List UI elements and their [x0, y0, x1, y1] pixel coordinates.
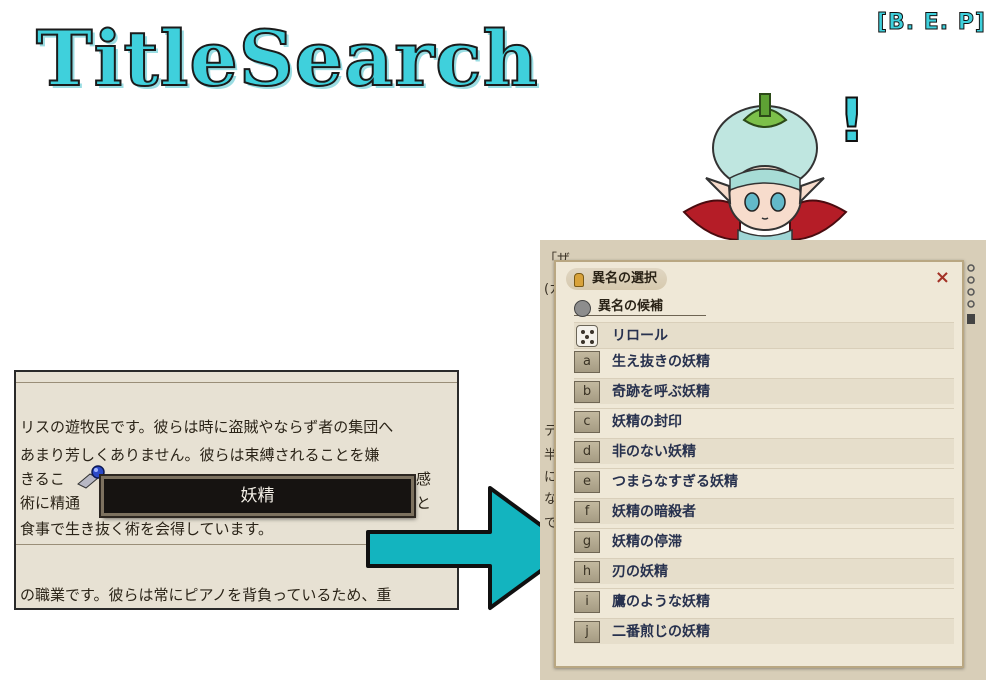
option-label: 妖精の暗殺者	[612, 504, 696, 520]
divider	[16, 382, 457, 383]
title-option-h[interactable]: h 刃の妖精	[574, 558, 954, 584]
bulb-icon	[574, 273, 584, 287]
option-label: 妖精の停滞	[612, 534, 682, 550]
title-option-g[interactable]: g 妖精の停滞	[574, 528, 954, 554]
hotkey-badge: j	[574, 621, 600, 643]
title-option-i[interactable]: i 鷹のような妖精	[574, 588, 954, 614]
candidates-header: 異名の候補	[574, 298, 706, 317]
candidates-title: 異名の候補	[598, 299, 664, 314]
title-option-d[interactable]: d 非のない妖精	[574, 438, 954, 464]
hotkey-badge: a	[574, 351, 600, 373]
title-selection-dialog: 異名の選択 × 異名の候補 リロール a 生え抜きの妖精 b 奇跡を呼ぶ妖精 c…	[554, 260, 964, 668]
dice-icon	[576, 325, 598, 347]
reroll-label: リロール	[612, 328, 668, 344]
title-option-j[interactable]: j 二番煎じの妖精	[574, 618, 954, 644]
dialog-header: 異名の選択	[566, 268, 668, 290]
option-label: 刃の妖精	[612, 564, 668, 580]
text-line: あまり芳しくありません。彼らは束縛されることを嫌	[20, 446, 380, 464]
dialog-title: 異名の選択	[592, 271, 658, 286]
option-label: 妖精の封印	[612, 414, 682, 430]
hotkey-badge: e	[574, 471, 600, 493]
option-label: 奇跡を呼ぶ妖精	[612, 384, 710, 400]
text-line: の職業です。彼らは常にピアノを背負っているため、重	[20, 586, 392, 604]
hotkey-badge: d	[574, 441, 600, 463]
mascot-character-icon	[682, 93, 848, 250]
text-line: 食事で生き抜く術を会得しています。	[20, 520, 274, 538]
hotkey-badge: b	[574, 381, 600, 403]
hotkey-badge: i	[574, 591, 600, 613]
hotkey-badge: c	[574, 411, 600, 433]
hotkey-badge: f	[574, 501, 600, 523]
title-option-c[interactable]: c 妖精の封印	[574, 408, 954, 434]
page-title: TitleSearch	[35, 13, 539, 104]
text-line: リスの遊牧民です。彼らは時に盗賊やならず者の集団へ	[20, 418, 394, 436]
arrow-badge-icon	[574, 300, 591, 317]
text-line: きるこ	[20, 470, 65, 488]
option-label: 生え抜きの妖精	[612, 354, 710, 370]
reroll-button[interactable]: リロール	[574, 322, 954, 348]
hotkey-badge: g	[574, 531, 600, 553]
title-option-e[interactable]: e つまらなすぎる妖精	[574, 468, 954, 494]
chain-ornament-icon	[967, 264, 975, 324]
credit-label: [B. E. P]	[876, 10, 986, 36]
option-label: つまらなすぎる妖精	[612, 474, 738, 490]
exclamation-mark: !	[837, 85, 866, 157]
right-game-screenshot: 「ザ (カ テ 半 に な で 異名の選択 × 異名の候補	[540, 240, 986, 680]
option-label: 非のない妖精	[612, 444, 696, 460]
title-option-b[interactable]: b 奇跡を呼ぶ妖精	[574, 378, 954, 404]
option-label: 二番煎じの妖精	[612, 624, 710, 640]
text-line: 術に精通	[20, 494, 81, 512]
title-option-a[interactable]: a 生え抜きの妖精	[574, 348, 954, 374]
close-button[interactable]: ×	[935, 267, 950, 288]
hotkey-badge: h	[574, 561, 600, 583]
title-option-f[interactable]: f 妖精の暗殺者	[574, 498, 954, 524]
option-label: 鷹のような妖精	[612, 594, 710, 610]
